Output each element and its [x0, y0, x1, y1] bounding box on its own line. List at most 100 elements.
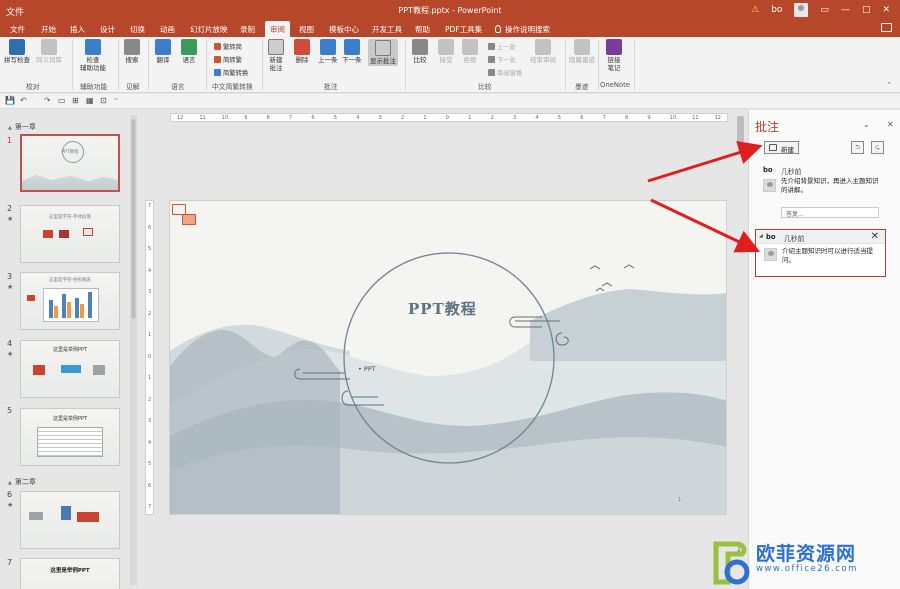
redo-icon[interactable]: ↷	[44, 96, 51, 105]
close-pane-icon[interactable]: ✕	[887, 120, 894, 129]
accessibility-check-button[interactable]: 检查 辅助功能	[80, 39, 106, 72]
save-icon[interactable]: 💾	[5, 96, 15, 105]
comments-toggle-icon[interactable]	[881, 23, 892, 32]
compare-icon	[412, 39, 428, 55]
spell-check-icon	[9, 39, 25, 55]
thumb-title: 这里是字符·柱形图表	[49, 278, 91, 283]
ribbon-display-icon[interactable]: ▭	[820, 5, 829, 15]
trad-to-simp-button[interactable]: 繁转简	[214, 42, 242, 51]
translate-button[interactable]: 翻译	[155, 39, 171, 64]
comment-text[interactable]: 先介绍背景知识，再进入主题知识的讲解。	[781, 177, 881, 195]
pane-options-icon[interactable]: ⌄	[863, 120, 870, 129]
maximize-button[interactable]: □	[862, 5, 871, 15]
reply-input[interactable]: 答复...	[781, 207, 879, 218]
ruler-tick-label: 6	[148, 224, 152, 231]
comment-marker-active-icon[interactable]	[182, 214, 196, 225]
thumb-title: 这里是字符·字体段落	[49, 215, 91, 220]
warning-icon[interactable]: ⚠	[751, 5, 759, 15]
previous-comment-button[interactable]: 上一条	[318, 39, 338, 64]
new-comment-pane-button[interactable]: 新建	[764, 141, 799, 154]
next-change-button[interactable]: 下一处	[488, 55, 516, 64]
chinese-convert-button[interactable]: 简繁转换	[214, 68, 248, 77]
grid-icon[interactable]: ▦	[86, 96, 94, 105]
show-comments-button[interactable]: 显示批注	[368, 39, 398, 66]
group-accessibility-label: 辅助功能	[80, 83, 108, 91]
section-title[interactable]: 第二章	[8, 477, 36, 487]
user-avatar-icon[interactable]	[794, 3, 809, 17]
comment-card-selected[interactable]: ◢ bo 几秒前 ✕ 介绍主题知识时可以进行适当提问。	[755, 229, 886, 277]
end-review-label: 结束审阅	[530, 56, 556, 64]
slide-thumbnail-5[interactable]: 这里是举例PPT	[20, 408, 120, 466]
slide-number: 2	[7, 204, 13, 213]
tell-me-search[interactable]: 操作说明搜索	[495, 24, 550, 35]
scrollbar-thumb[interactable]	[131, 119, 136, 319]
slide-canvas[interactable]: PPT教程 • PPT 1	[169, 200, 727, 515]
slide-thumbnail-2[interactable]: 这里是字符·字体段落	[20, 205, 120, 263]
tab-slideshow[interactable]: 幻灯片放映	[190, 24, 228, 35]
delete-comment-icon[interactable]: ✕	[871, 231, 879, 242]
tab-animations[interactable]: 动画	[160, 24, 175, 35]
smart-lookup-button[interactable]: 搜索	[124, 39, 140, 64]
tab-help[interactable]: 帮助	[415, 24, 430, 35]
language-button[interactable]: 语言	[181, 39, 197, 64]
compare-button[interactable]: 比较	[412, 39, 428, 64]
linked-notes-button[interactable]: 链接 笔记	[606, 39, 622, 72]
minimize-button[interactable]: —	[841, 5, 850, 15]
ruler-tick-label: 3	[513, 115, 517, 121]
accept-button[interactable]: 接受	[438, 39, 454, 64]
thumb-title: 这里是举例PPT	[52, 347, 88, 353]
delete-comment-button[interactable]: 删除	[294, 39, 310, 64]
reject-button[interactable]: 拒绝	[462, 39, 478, 64]
tab-template-center[interactable]: 模板中心	[329, 24, 359, 35]
slideshow-icon[interactable]: ▭	[58, 96, 66, 105]
next-comment-pane-button[interactable]: ⮎	[871, 141, 884, 154]
undo-icon[interactable]: ↶	[20, 96, 27, 105]
previous-change-button[interactable]: 上一处	[488, 42, 516, 51]
previous-comment-pane-button[interactable]: ⮌	[851, 141, 864, 154]
tab-design[interactable]: 设计	[100, 24, 115, 35]
slide-thumbnail-4[interactable]: 这里是举例PPT	[20, 340, 120, 398]
hide-ink-button[interactable]: 隐藏墨迹	[569, 39, 595, 64]
comment-text[interactable]: 介绍主题知识时可以进行适当提问。	[782, 247, 882, 265]
slide-thumbnail-3[interactable]: 这里是字符·柱形图表	[20, 272, 120, 330]
new-comment-button[interactable]: 新建 批注	[268, 39, 284, 72]
slide-title[interactable]: PPT教程	[408, 298, 477, 319]
slide-thumbnail-6[interactable]	[20, 491, 120, 549]
thesaurus-button[interactable]: 同义词库	[36, 39, 62, 64]
translate-label: 翻译	[156, 56, 170, 64]
slide-thumbnail-7[interactable]: 这里是举例PPT	[20, 558, 120, 589]
chinese-convert-label: 简繁转换	[223, 70, 249, 77]
tell-me-label: 操作说明搜索	[505, 25, 550, 34]
slide-thumbnail-1[interactable]: PPT教程	[20, 134, 120, 192]
tab-insert[interactable]: 插入	[70, 24, 85, 35]
slides-scrollbar[interactable]	[130, 115, 137, 585]
shape-icon[interactable]: ⊡	[100, 96, 107, 105]
tab-view[interactable]: 视图	[299, 24, 314, 35]
tab-record[interactable]: 录制	[240, 24, 255, 35]
tab-review[interactable]: 审阅	[265, 21, 290, 37]
tab-developer[interactable]: 开发工具	[372, 24, 402, 35]
user-name[interactable]: bo	[771, 5, 782, 15]
editor-scrollbar-thumb[interactable]	[737, 116, 744, 144]
tab-pdf-tools[interactable]: PDF工具集	[445, 24, 482, 35]
language-icon	[181, 39, 197, 55]
delete-comment-icon	[294, 39, 310, 55]
simp-to-trad-label: 简转繁	[223, 57, 242, 64]
collapse-thread-icon[interactable]: ◢	[759, 233, 763, 239]
slide-subtitle[interactable]: • PPT	[358, 365, 376, 373]
tab-transitions[interactable]: 切换	[130, 24, 145, 35]
tab-file-2[interactable]: 文件	[10, 24, 25, 35]
customize-toolbar-icon[interactable]: ⁼	[114, 96, 118, 105]
section-title[interactable]: 第一章	[8, 122, 36, 132]
align-icon[interactable]: ⊞	[72, 96, 79, 105]
group-onenote-label: OneNote	[600, 81, 630, 89]
reviewing-pane-button[interactable]: 审阅窗格	[488, 68, 522, 77]
close-button[interactable]: ✕	[882, 5, 890, 15]
simp-to-trad-button[interactable]: 简转繁	[214, 55, 242, 64]
spell-check-button[interactable]: 拼写检查	[4, 39, 30, 64]
end-review-button[interactable]: 结束审阅	[530, 39, 556, 64]
next-comment-button[interactable]: 下一条	[342, 39, 362, 64]
slide-page-number: 1	[678, 497, 682, 503]
collapse-ribbon-icon[interactable]: ⌃	[886, 81, 892, 89]
tab-home[interactable]: 开始	[41, 24, 56, 35]
